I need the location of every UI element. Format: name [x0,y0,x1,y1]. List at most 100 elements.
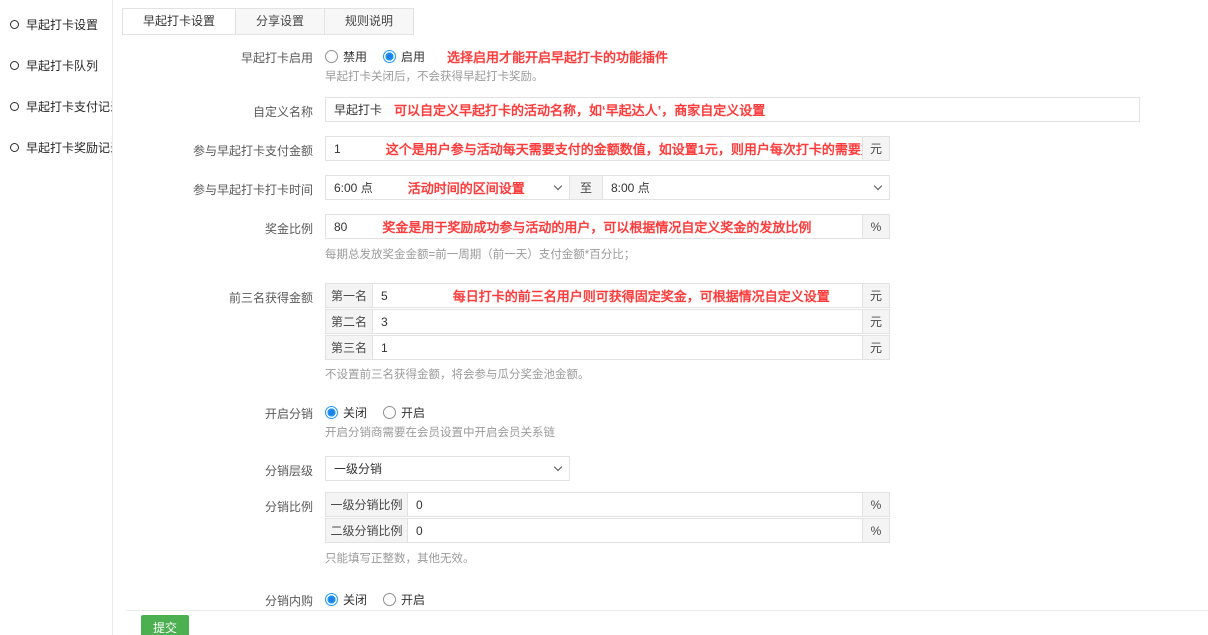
radio-label-enable[interactable]: 启用 [401,48,425,65]
dist-ratio-level1-label: 一级分销比例 [326,493,408,516]
sidebar-item-checkin-queue[interactable]: 早起打卡队列 [0,45,112,86]
sidebar-item-label: 早起打卡奖励记录 [26,139,112,156]
distribution-help-text: 开启分销商需要在会员设置中开启会员关系链 [325,424,555,440]
sidebar-item-payment-records[interactable]: 早起打卡支付记录 [0,86,112,127]
time-end-select[interactable]: 8:00 点 [602,175,890,200]
time-hint: 活动时间的区间设置 [408,178,525,197]
submit-button[interactable]: 提交 [141,615,189,635]
dist-ratio-level1-unit: % [862,493,889,516]
radio-dist-off[interactable] [325,406,338,419]
dist-ratio-level2-label: 二级分销比例 [326,519,408,542]
top3-third-input[interactable]: 第三名 1 元 [325,335,890,360]
footer-divider [126,610,1208,611]
top3-second-input[interactable]: 第二名 3 元 [325,309,890,334]
field-label-dist-inner: 分销内购 [122,590,325,609]
dist-ratio-level1-input[interactable]: 一级分销比例 0 % [325,492,890,517]
field-label-distribution: 开启分销 [122,403,325,422]
radio-enable[interactable] [383,50,396,63]
field-label-bonus-ratio: 奖金比例 [122,214,325,237]
circle-bullet-icon [10,102,19,111]
custom-name-input[interactable]: 早起打卡 可以自定义早起打卡的活动名称，如‘早起达人’，商家自定义设置 [325,97,1140,122]
top3-second-unit: 元 [862,310,889,333]
sidebar-item-label: 早起打卡设置 [26,16,98,33]
form-row-custom-name: 自定义名称 早起打卡 可以自定义早起打卡的活动名称，如‘早起达人’，商家自定义设… [122,97,1208,122]
sidebar-item-checkin-settings[interactable]: 早起打卡设置 [0,4,112,45]
form-row-pay-amount: 参与早起打卡支付金额 1 这个是用户参与活动每天需要支付的金额数值，如设置1元，… [122,136,1208,161]
form-row-bonus-ratio: 奖金比例 80 奖金是用于奖励成功参与活动的用户，可以根据情况自定义奖金的发放比… [122,214,1208,262]
pay-amount-input[interactable]: 1 这个是用户参与活动每天需要支付的金额数值，如设置1元，则用户每次打卡的需要支… [325,136,890,161]
dist-ratio-help-text: 只能填写正整数，其他无效。 [325,550,890,566]
top3-third-unit: 元 [862,336,889,359]
tab-share-settings[interactable]: 分享设置 [235,8,325,35]
bonus-ratio-unit: % [862,215,889,238]
tab-checkin-settings[interactable]: 早起打卡设置 [122,8,236,35]
sidebar-item-label: 早起打卡队列 [26,57,98,74]
radio-label-disable[interactable]: 禁用 [343,48,367,65]
time-end-value: 8:00 点 [611,179,650,196]
top3-third-value: 1 [381,341,388,355]
radio-inner-off[interactable] [325,593,338,606]
radio-disable[interactable] [325,50,338,63]
dist-ratio-level2-value: 0 [416,524,423,538]
pay-amount-hint: 这个是用户参与活动每天需要支付的金额数值，如设置1元，则用户每次打卡的需要支付1… [386,139,862,158]
field-label-top3: 前三名获得金额 [122,283,325,306]
form-row-top3: 前三名获得金额 第一名 5 每日打卡的前三名用户则可获得固定奖金，可根据情况自定… [122,283,1208,382]
bonus-ratio-value: 80 [334,220,347,234]
top3-first-unit: 元 [862,284,889,307]
time-separator: 至 [570,175,602,200]
form-row-distribution: 开启分销 关闭 开启 开启分销商需要在会员设置中开启会员关系链 [122,403,1208,440]
time-start-select[interactable]: 6:00 点 活动时间的区间设置 [325,175,570,200]
radio-dist-on[interactable] [383,406,396,419]
field-label-enable: 早起打卡启用 [122,47,325,66]
main-content: 早起打卡设置 分享设置 规则说明 早起打卡启用 禁用 启用 选择启用才能开启早起… [113,0,1208,635]
dist-ratio-level2-input[interactable]: 二级分销比例 0 % [325,518,890,543]
form-row-dist-ratio: 分销比例 一级分销比例 0 % 二级分销比例 [122,492,1208,566]
radio-label-dist-on[interactable]: 开启 [401,404,425,421]
sidebar-item-reward-records[interactable]: 早起打卡奖励记录 [0,127,112,168]
bonus-ratio-input[interactable]: 80 奖金是用于奖励成功参与活动的用户，可以根据情况自定义奖金的发放比例 % [325,214,890,239]
pay-amount-unit: 元 [862,137,889,160]
app-window: 早起打卡设置 早起打卡队列 早起打卡支付记录 早起打卡奖励记录 早起打卡设置 分… [0,0,1208,635]
radio-label-dist-off[interactable]: 关闭 [343,404,367,421]
chevron-down-icon [554,463,562,471]
form-row-checkin-time: 参与早起打卡打卡时间 6:00 点 活动时间的区间设置 至 8:00 点 [122,175,1208,200]
time-start-value: 6:00 点 [334,179,373,196]
radio-inner-on[interactable] [383,593,396,606]
top3-first-rank: 第一名 [326,284,373,307]
top3-second-value: 3 [381,315,388,329]
circle-bullet-icon [10,61,19,70]
tab-rules[interactable]: 规则说明 [324,8,414,35]
dist-level-value: 一级分销 [334,460,382,477]
top3-help-text: 不设置前三名获得金额，将会参与瓜分奖金池金额。 [325,366,890,382]
enable-help-text: 早起打卡关闭后，不会获得早起打卡奖励。 [325,68,668,84]
top3-first-value: 5 [381,289,388,303]
field-label-pay-amount: 参与早起打卡支付金额 [122,136,325,159]
pay-amount-value: 1 [334,142,341,156]
field-label-dist-ratio: 分销比例 [122,492,325,515]
enable-hint-text: 选择启用才能开启早起打卡的功能插件 [447,47,668,66]
circle-bullet-icon [10,20,19,29]
field-label-checkin-time: 参与早起打卡打卡时间 [122,175,325,198]
dist-ratio-level1-value: 0 [416,498,423,512]
field-label-dist-level: 分销层级 [122,456,325,479]
top3-hint: 每日打卡的前三名用户则可获得固定奖金，可根据情况自定义设置 [453,286,830,305]
bonus-ratio-hint: 奖金是用于奖励成功参与活动的用户，可以根据情况自定义奖金的发放比例 [382,217,811,236]
field-label-custom-name: 自定义名称 [122,97,325,120]
top3-second-rank: 第二名 [326,310,373,333]
sidebar: 早起打卡设置 早起打卡队列 早起打卡支付记录 早起打卡奖励记录 [0,0,113,635]
circle-bullet-icon [10,143,19,152]
custom-name-value: 早起打卡 [334,101,382,118]
form-row-dist-level: 分销层级 一级分销 [122,456,1208,481]
dist-ratio-level2-unit: % [862,519,889,542]
chevron-down-icon [874,182,882,190]
radio-label-inner-on[interactable]: 开启 [401,591,425,608]
custom-name-hint: 可以自定义早起打卡的活动名称，如‘早起达人’，商家自定义设置 [394,100,765,119]
settings-form: 早起打卡启用 禁用 启用 选择启用才能开启早起打卡的功能插件 早起打卡关闭后，不… [122,47,1208,609]
top3-first-input[interactable]: 第一名 5 每日打卡的前三名用户则可获得固定奖金，可根据情况自定义设置 元 [325,283,890,308]
dist-level-select[interactable]: 一级分销 [325,456,570,481]
tab-bar: 早起打卡设置 分享设置 规则说明 [122,8,1208,35]
top3-third-rank: 第三名 [326,336,373,359]
form-row-enable: 早起打卡启用 禁用 启用 选择启用才能开启早起打卡的功能插件 早起打卡关闭后，不… [122,47,1208,84]
radio-label-inner-off[interactable]: 关闭 [343,591,367,608]
bonus-ratio-help: 每期总发放奖金金额=前一周期（前一天）支付金额*百分比； [325,246,890,262]
